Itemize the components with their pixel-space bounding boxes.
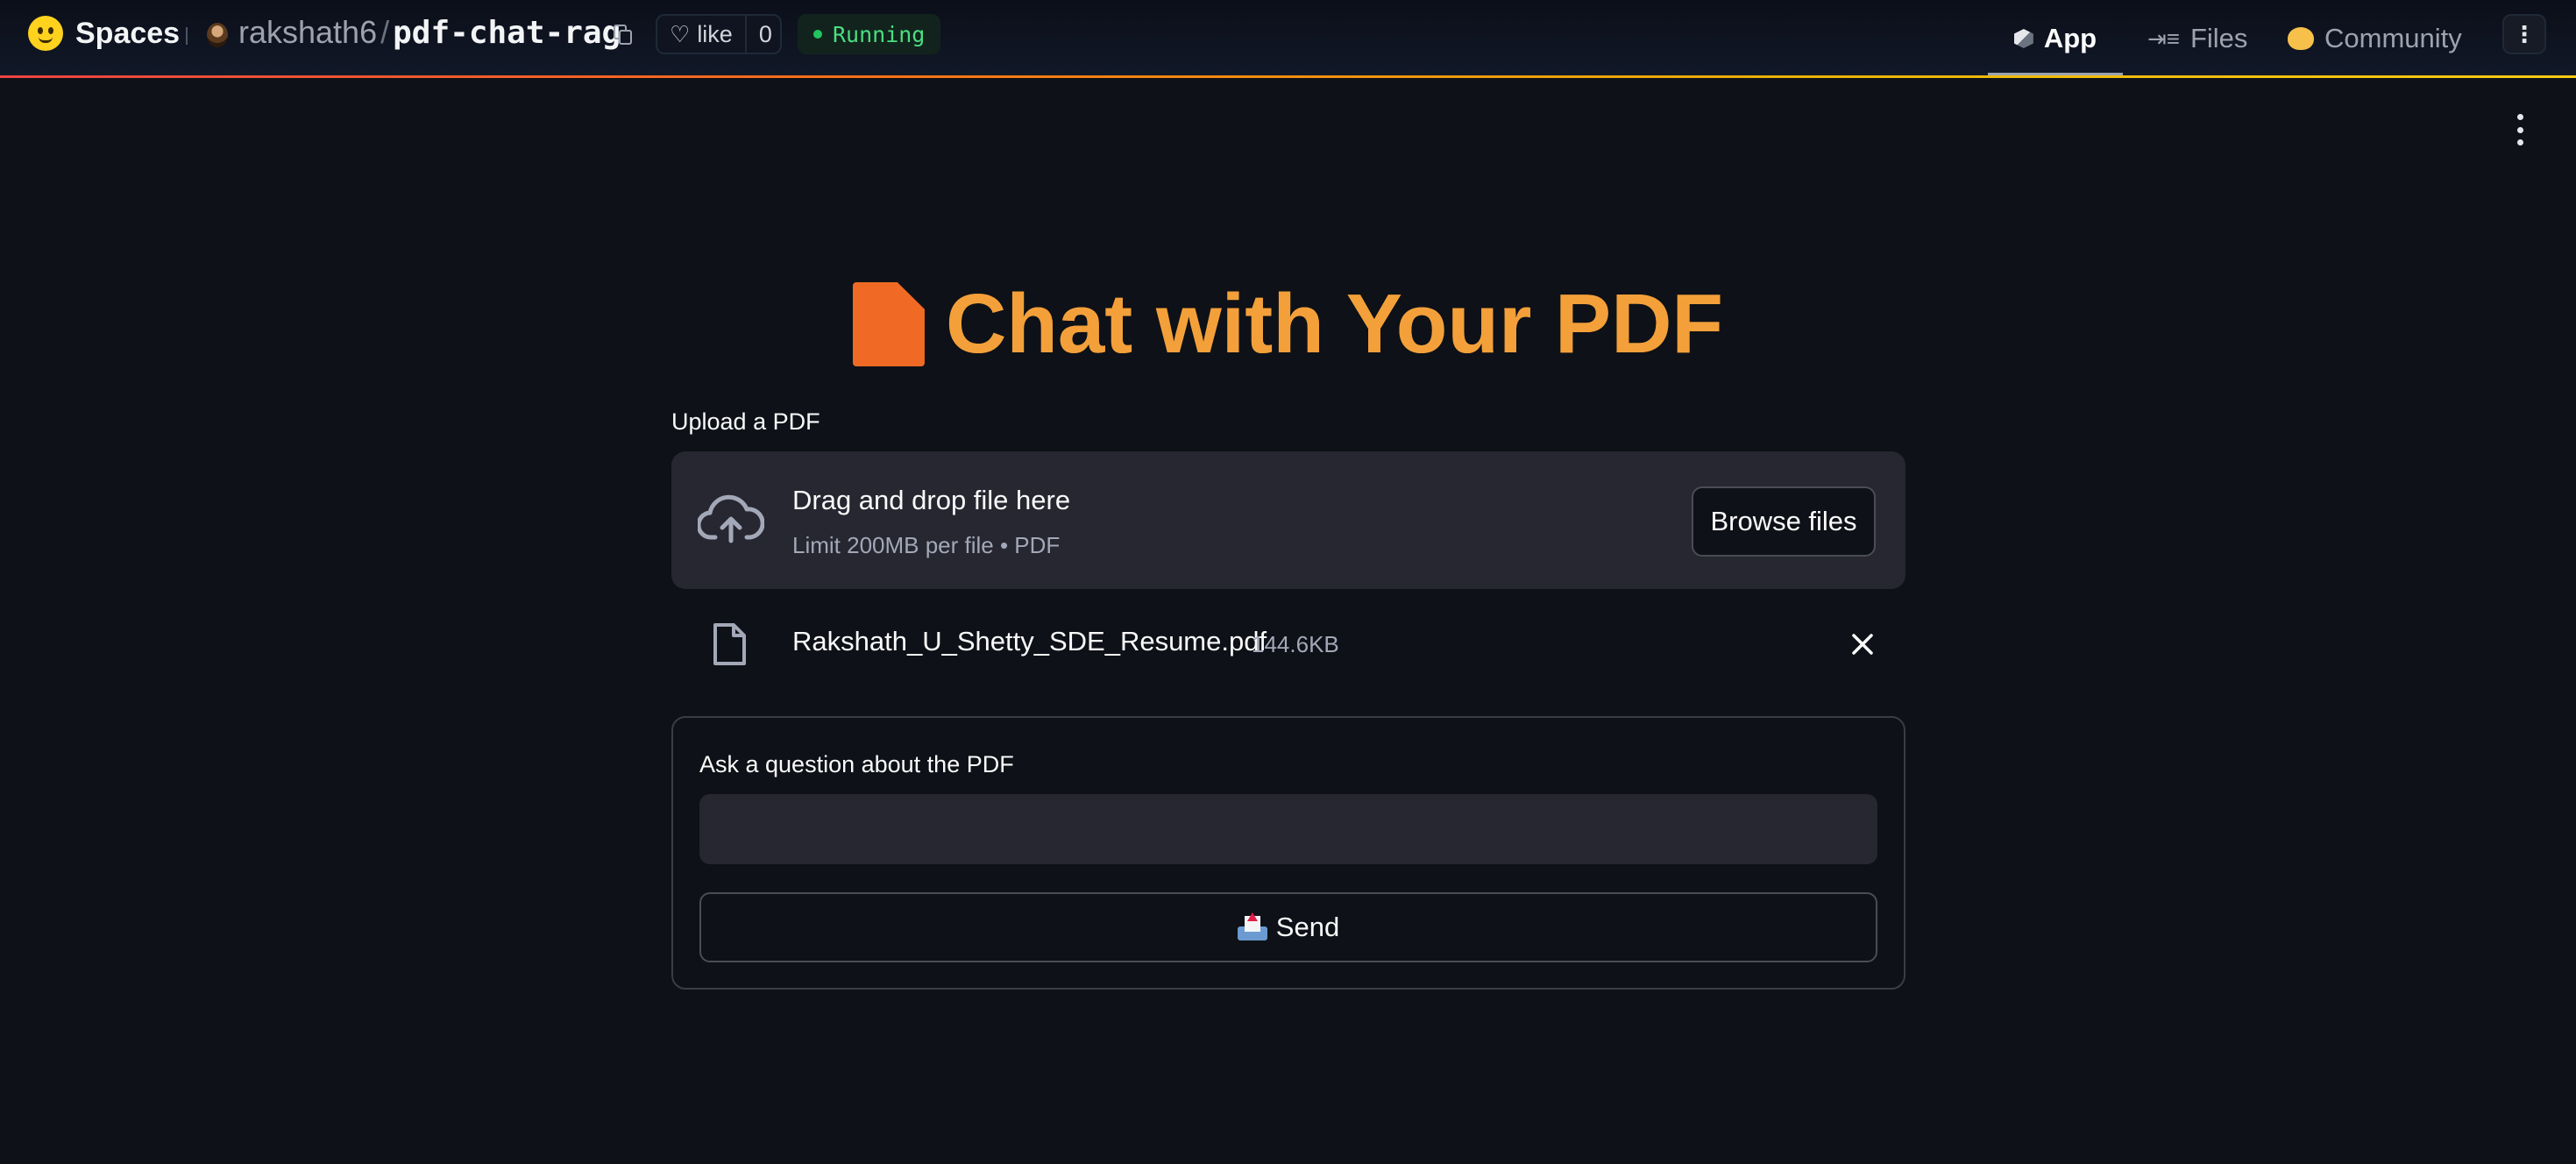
breadcrumb-separator: / [380, 14, 390, 50]
file-dropzone[interactable]: Drag and drop file here Limit 200MB per … [671, 451, 1905, 589]
space-name-link[interactable]: pdf-chat-rag [393, 15, 621, 51]
status-dot-icon [813, 30, 822, 39]
uploaded-file-item: Rakshath_U_Shetty_SDE_Resume.pdf 144.6KB [671, 614, 1905, 677]
app-main-menu-icon[interactable] [2509, 114, 2531, 146]
tab-app-label: App [2043, 23, 2097, 53]
repo-breadcrumb: rakshath6 / pdf-chat-rag [238, 14, 621, 51]
tab-files-label: Files [2189, 23, 2248, 53]
close-icon[interactable] [1848, 629, 1877, 659]
header-accent-line [0, 75, 2576, 78]
spaces-brand-link[interactable]: Spaces [28, 16, 180, 51]
status-text: Running [833, 21, 926, 47]
upload-label: Upload a PDF [671, 408, 820, 435]
heart-icon: ♡ [670, 20, 691, 47]
brand-label: Spaces [75, 16, 181, 50]
page-title: Chat with Your PDF [0, 267, 2576, 381]
uploaded-file-size: 144.6KB [1252, 631, 1339, 657]
question-input[interactable] [699, 794, 1877, 864]
tab-community-label: Community [2324, 23, 2462, 53]
more-vertical-icon: ⋮ [2513, 20, 2536, 47]
owner-avatar[interactable] [207, 23, 228, 47]
outbox-tray-icon [1237, 912, 1267, 940]
status-badge[interactable]: Running [798, 14, 941, 54]
dropzone-instructions: Drag and drop file here [792, 485, 1071, 515]
cube-icon [2013, 29, 2033, 48]
owner-link[interactable]: rakshath6 [238, 14, 377, 51]
huggingface-logo-icon [28, 16, 63, 51]
files-icon: ⇥≡ [2147, 25, 2180, 52]
question-form: Ask a question about the PDF Send [671, 716, 1905, 990]
question-label: Ask a question about the PDF [699, 751, 1014, 777]
pdf-document-icon [852, 282, 925, 366]
like-count[interactable]: 0 [747, 21, 784, 48]
space-menu-button[interactable]: ⋮ [2502, 14, 2546, 54]
file-icon [713, 623, 746, 665]
copy-icon[interactable] [614, 25, 633, 46]
send-button[interactable]: Send [699, 892, 1877, 962]
like-button[interactable]: ♡ like 0 [656, 14, 782, 54]
tab-community[interactable]: Community [2288, 0, 2462, 77]
header-divider [186, 27, 188, 45]
tab-app[interactable]: App [1988, 0, 2123, 77]
send-button-label: Send [1275, 912, 1340, 942]
dropzone-limit-text: Limit 200MB per file • PDF [792, 532, 1061, 558]
like-label: like [697, 20, 733, 47]
uploaded-file-name: Rakshath_U_Shetty_SDE_Resume.pdf [792, 626, 1267, 657]
page-title-text: Chat with Your PDF [945, 277, 1724, 371]
browse-files-button[interactable]: Browse files [1692, 486, 1876, 557]
tab-files[interactable]: ⇥≡ Files [2147, 0, 2247, 77]
community-icon [2288, 27, 2314, 50]
cloud-upload-icon [698, 494, 764, 543]
spaces-header: Spaces rakshath6 / pdf-chat-rag ♡ like 0… [0, 0, 2576, 77]
